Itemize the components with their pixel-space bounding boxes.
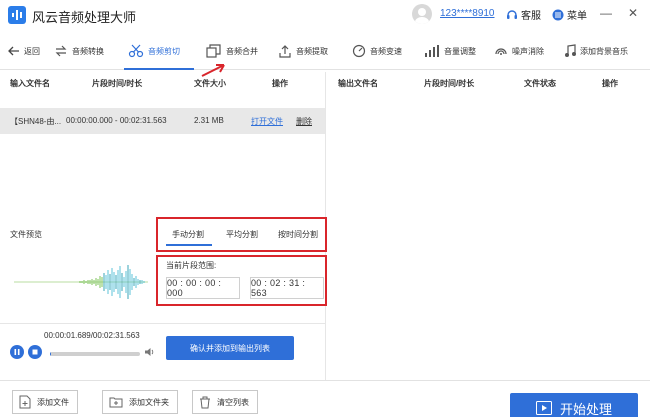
file-preview-label: 文件预览 bbox=[10, 230, 42, 239]
tool-label: 噪声消除 bbox=[512, 46, 544, 56]
avatar[interactable] bbox=[412, 4, 432, 24]
app-logo-icon bbox=[8, 6, 26, 24]
highlight-arrow-icon bbox=[201, 64, 225, 77]
headset-icon bbox=[507, 9, 517, 19]
toolbar: 返回 音频转换 音频剪切 音频合并 音频提取 音频变速 音量调整 噪声消除 添加… bbox=[0, 34, 650, 70]
tool-label: 音频变速 bbox=[370, 46, 402, 56]
back-label: 返回 bbox=[24, 46, 40, 56]
playback-progress[interactable] bbox=[50, 352, 140, 356]
volume-icon[interactable] bbox=[144, 347, 156, 357]
convert-icon bbox=[55, 45, 67, 57]
add-file-button[interactable]: 添加文件 bbox=[12, 390, 78, 414]
input-header-action: 操作 bbox=[272, 79, 288, 88]
tool-label: 音频剪切 bbox=[148, 46, 180, 56]
tool-add-bgm[interactable]: 添加背景音乐 bbox=[564, 40, 628, 62]
service-label: 客服 bbox=[521, 11, 541, 22]
progress-fill bbox=[50, 352, 51, 356]
end-time-input[interactable]: 00 : 02 : 31 : 563 bbox=[250, 277, 324, 299]
preview-divider bbox=[0, 323, 325, 324]
stop-button[interactable] bbox=[28, 345, 42, 359]
input-header-name: 输入文件名 bbox=[10, 79, 50, 88]
scissors-icon bbox=[128, 44, 144, 58]
clear-list-label: 清空列表 bbox=[217, 397, 249, 407]
play-time: 00:00:01.689/00:02:31.563 bbox=[44, 331, 140, 340]
range-label: 当前片段范围: bbox=[166, 261, 217, 270]
output-header-name: 输出文件名 bbox=[338, 79, 378, 88]
play-icon bbox=[535, 401, 552, 415]
add-file-label: 添加文件 bbox=[37, 397, 69, 407]
close-icon[interactable]: ✕ bbox=[628, 6, 638, 20]
confirm-add-button[interactable]: 确认并添加到输出列表 bbox=[166, 336, 294, 360]
open-file-link[interactable]: 打开文件 bbox=[251, 116, 283, 127]
upload-icon bbox=[279, 45, 291, 58]
merge-icon bbox=[206, 44, 221, 58]
file-segment: 00:00:00.000 - 00:02:31.563 bbox=[66, 116, 167, 125]
tool-audio-merge[interactable]: 音频合并 bbox=[206, 40, 258, 62]
menu-label: 菜单 bbox=[567, 11, 587, 22]
file-name: 【SHN48-由... bbox=[10, 117, 62, 126]
tab-manual-split[interactable]: 手动分割 bbox=[172, 229, 204, 240]
file-size: 2.31 MB bbox=[194, 116, 224, 125]
tool-label: 音频合并 bbox=[226, 46, 258, 56]
split-mode-tabs: 手动分割 平均分割 按时间分割 bbox=[156, 217, 327, 252]
menu-icon bbox=[552, 9, 564, 20]
tool-label: 添加背景音乐 bbox=[580, 46, 628, 56]
file-add-icon bbox=[19, 395, 31, 409]
clear-list-button[interactable]: 清空列表 bbox=[192, 390, 258, 414]
noise-icon bbox=[495, 48, 507, 55]
tool-audio-speed[interactable]: 音频变速 bbox=[352, 40, 402, 62]
start-process-button[interactable]: 开始处理 bbox=[510, 393, 638, 417]
output-header-status: 文件状态 bbox=[524, 79, 556, 88]
tool-label: 音量调整 bbox=[444, 46, 476, 56]
tool-volume-adjust[interactable]: 音量调整 bbox=[424, 40, 476, 62]
menu-button[interactable]: 菜单 bbox=[552, 7, 587, 22]
user-name-link[interactable]: 123****8910 bbox=[440, 8, 495, 19]
back-button[interactable]: 返回 bbox=[8, 40, 40, 62]
input-header-size: 文件大小 bbox=[194, 79, 226, 88]
app-title: 风云音频处理大师 bbox=[32, 10, 137, 25]
start-process-label: 开始处理 bbox=[559, 401, 612, 417]
add-folder-button[interactable]: 添加文件夹 bbox=[102, 390, 178, 414]
active-tab-indicator bbox=[166, 244, 212, 246]
arrow-left-icon bbox=[8, 46, 19, 56]
tool-audio-convert[interactable]: 音频转换 bbox=[54, 40, 104, 62]
add-folder-label: 添加文件夹 bbox=[129, 397, 169, 407]
output-header-action: 操作 bbox=[602, 79, 618, 88]
waveform bbox=[14, 265, 148, 299]
service-button[interactable]: 客服 bbox=[506, 7, 541, 22]
tool-audio-cut[interactable]: 音频剪切 bbox=[128, 40, 180, 62]
folder-add-icon bbox=[109, 397, 123, 408]
tool-noise-remove[interactable]: 噪声消除 bbox=[494, 40, 544, 62]
pause-icon bbox=[14, 349, 20, 355]
input-header-segment: 片段时间/时长 bbox=[92, 79, 143, 88]
start-time-input[interactable]: 00 : 00 : 00 : 000 bbox=[166, 277, 240, 299]
output-header-segment: 片段时间/时长 bbox=[424, 79, 475, 88]
tool-audio-extract[interactable]: 音频提取 bbox=[278, 40, 328, 62]
trash-icon bbox=[200, 396, 210, 408]
tab-time-split[interactable]: 按时间分割 bbox=[278, 229, 318, 240]
minimize-icon[interactable]: — bbox=[600, 6, 612, 20]
delete-link[interactable]: 删除 bbox=[296, 116, 312, 127]
speed-icon bbox=[352, 44, 366, 58]
tool-label: 音频提取 bbox=[296, 46, 328, 56]
active-tool-indicator bbox=[124, 68, 194, 70]
volume-bars-icon bbox=[425, 45, 439, 57]
stop-icon bbox=[32, 349, 38, 355]
tab-average-split[interactable]: 平均分割 bbox=[226, 229, 258, 240]
pause-button[interactable] bbox=[10, 345, 24, 359]
tool-label: 音频转换 bbox=[72, 46, 104, 56]
segment-range-panel: 当前片段范围: 00 : 00 : 00 : 000 00 : 02 : 31 … bbox=[156, 255, 327, 306]
music-note-icon bbox=[565, 44, 576, 57]
